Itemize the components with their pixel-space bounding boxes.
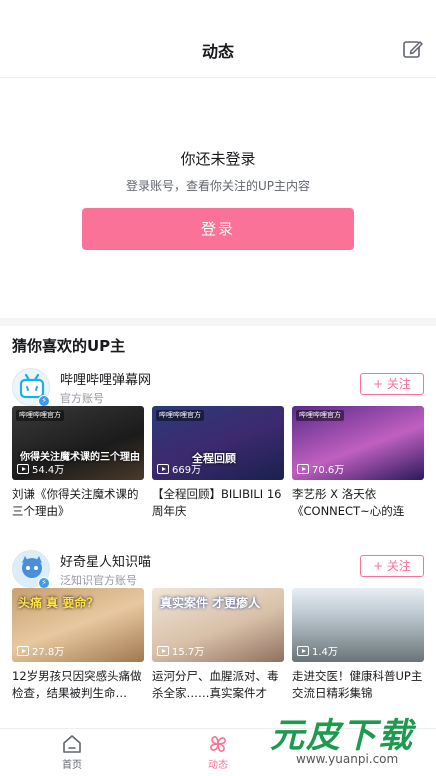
view-count: 15.7万 [172,647,205,658]
channel-badge: 哔哩哔哩官方 [16,410,64,421]
channel-badge: 哔哩哔哩官方 [156,410,204,421]
up-name[interactable]: 好奇星人知识喵 [60,551,151,570]
recommend-section-title: 猜你喜欢的UP主 [12,337,126,355]
follow-button[interactable]: + 关注 [360,373,424,395]
up-description: 官方账号 [60,392,104,405]
play-count: 669万 [157,461,201,476]
home-icon [63,735,81,753]
video-title[interactable]: 走进交医！健康科普UP主交流日精彩集锦 [292,668,424,702]
follow-button[interactable]: + 关注 [360,555,424,577]
play-icon [17,463,29,474]
video-title[interactable]: 刘谦《你得关注魔术课的三个理由》 [12,486,144,520]
play-icon [297,645,309,656]
view-count: 669万 [172,465,202,476]
video-thumbnail[interactable]: 哔哩哔哩官方 70.6万 [292,406,424,480]
video-card[interactable]: 1.4万 走进交医！健康科普UP主交流日精彩集锦 [292,588,424,702]
login-prompt: 你还未登录 登录账号，查看你关注的UP主内容 登录 [0,78,436,318]
video-thumbnail[interactable]: 哔哩哔哩官方 全程回顾 669万 [152,406,284,480]
play-count: 54.4万 [17,461,64,476]
edit-icon[interactable] [402,38,424,60]
video-card[interactable]: 哔哩哔哩官方 70.6万 李艺彤 X 洛天依《CONNECT~心的连接… [292,406,424,520]
play-icon [17,645,29,656]
up-description: 泛知识官方账号 [60,574,137,587]
video-thumbnail[interactable]: 1.4万 [292,588,424,662]
login-button[interactable]: 登录 [82,208,354,250]
video-card[interactable]: 哔哩哔哩官方 你得关注魔术课的三个理由 54.4万 刘谦《你得关注魔术课的三个理… [12,406,144,520]
play-count: 1.4万 [297,643,338,658]
watermark-url: www.yuanpi.com [296,752,399,766]
play-icon [157,645,169,656]
play-icon [297,463,309,474]
view-count: 54.4万 [32,465,65,476]
play-count: 70.6万 [297,461,344,476]
thumbnail-caption: 真实案件 才更瘆人 [160,596,261,610]
login-subtitle: 登录账号，查看你关注的UP主内容 [125,179,311,193]
login-title: 你还未登录 [180,150,256,168]
thumbnail-caption: 头痛 真 要命？ [18,596,99,610]
video-thumbnail[interactable]: 头痛 真 要命？ 27.8万 [12,588,144,662]
video-title[interactable]: 运河分尸、血腥派对、毒杀全家……真实案件才更… [152,668,284,702]
view-count: 70.6万 [312,465,345,476]
play-count: 15.7万 [157,643,204,658]
section-divider [0,318,436,326]
video-title[interactable]: 【全程回顾】BILIBILI 16周年庆 [152,486,284,520]
watermark-text: 元皮下载 [270,716,414,756]
view-count: 1.4万 [312,647,338,658]
up-card: ⚡ 哔哩哔哩弹幕网 官方账号 + 关注 哔哩哔哩官方 你得关注魔术课的三个理由 … [0,368,436,518]
site-watermark: 元皮下载 www.yuanpi.com [260,706,432,774]
play-icon [157,463,169,474]
up-card: ⚡ 好奇星人知识喵 泛知识官方账号 + 关注 头痛 真 要命？ 27.8万 12… [0,550,436,700]
video-card[interactable]: 哔哩哔哩官方 全程回顾 669万 【全程回顾】BILIBILI 16周年庆 [152,406,284,520]
video-card[interactable]: 头痛 真 要命？ 27.8万 12岁男孩只因突感头痛做检查，结果被判生命… [12,588,144,702]
dynamic-icon [210,736,226,752]
tab-dynamic-label: 动态 [208,760,228,771]
tab-home-label: 首页 [62,760,82,771]
video-card[interactable]: 真实案件 才更瘆人 15.7万 运河分尸、血腥派对、毒杀全家……真实案件才更… [152,588,284,702]
play-count: 27.8万 [17,643,64,658]
top-header: 动态 [0,0,436,78]
channel-badge: 哔哩哔哩官方 [296,410,344,421]
page-title: 动态 [201,42,234,61]
video-thumbnail[interactable]: 真实案件 才更瘆人 15.7万 [152,588,284,662]
video-thumbnail[interactable]: 哔哩哔哩官方 你得关注魔术课的三个理由 54.4万 [12,406,144,480]
tab-home[interactable]: 首页 [42,733,102,771]
up-name[interactable]: 哔哩哔哩弹幕网 [60,369,151,388]
tab-dynamic[interactable]: 动态 [188,733,248,771]
video-title[interactable]: 李艺彤 X 洛天依《CONNECT~心的连接… [292,486,424,520]
video-title[interactable]: 12岁男孩只因突感头痛做检查，结果被判生命… [12,668,144,702]
view-count: 27.8万 [32,647,65,658]
